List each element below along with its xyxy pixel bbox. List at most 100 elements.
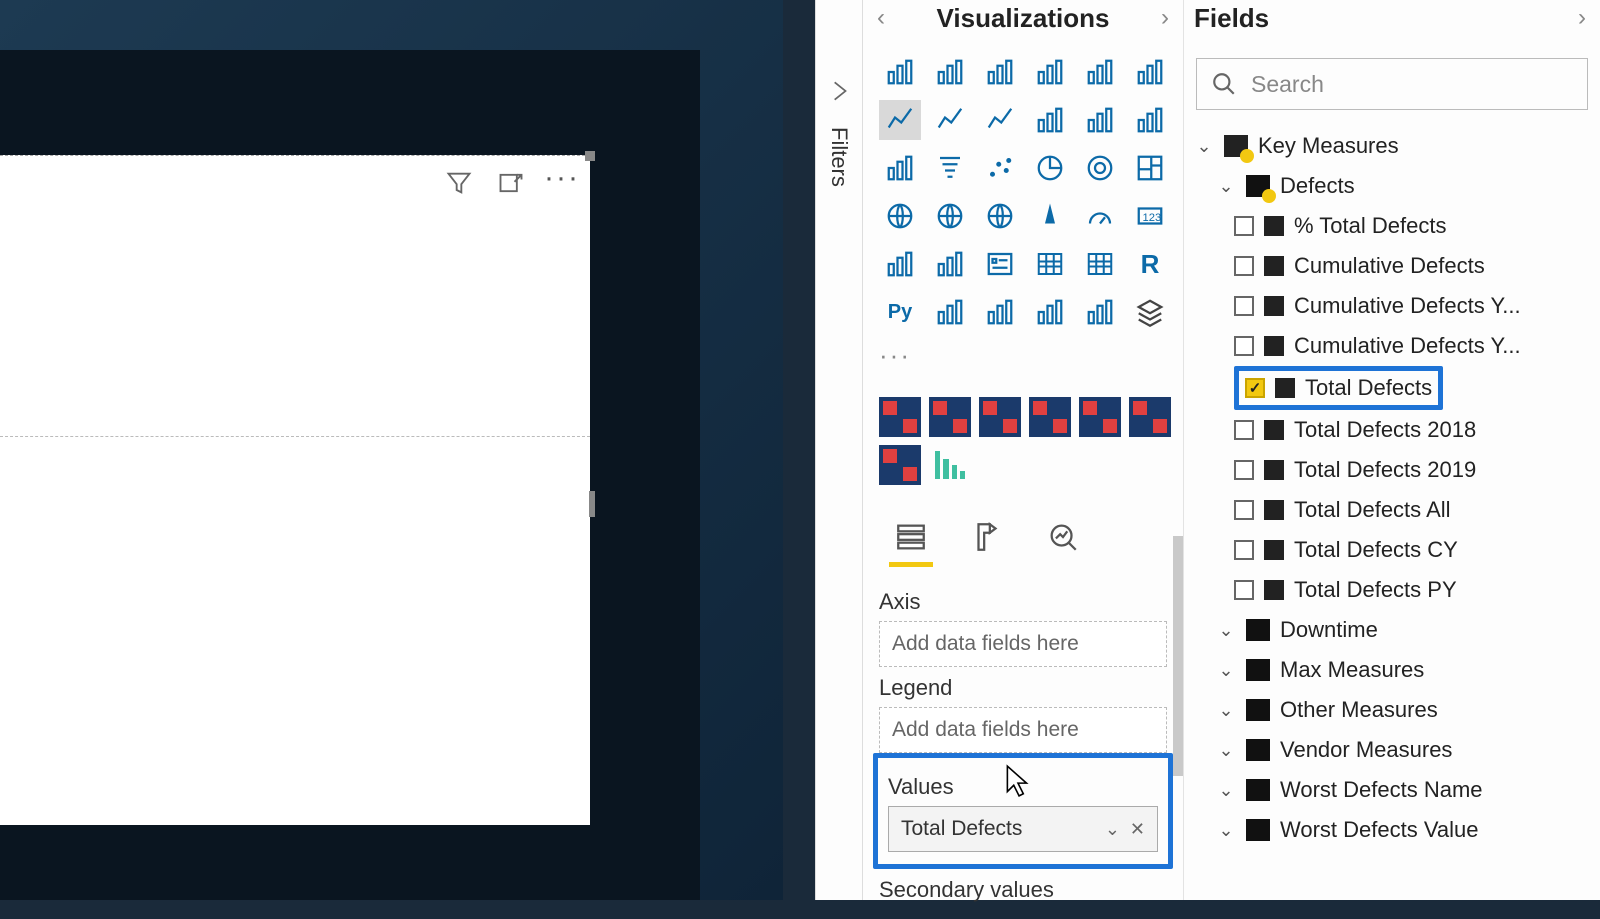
values-item-dropdown-icon[interactable]: ⌄: [1105, 819, 1120, 840]
tree-folder-defects[interactable]: ⌄Defects: [1190, 166, 1594, 206]
viz-pane-collapse-left[interactable]: ‹: [873, 0, 889, 36]
viz-type-stacked-bar[interactable]: [879, 52, 921, 92]
viz-type-funnel[interactable]: [929, 148, 971, 188]
field-checkbox[interactable]: [1234, 296, 1254, 316]
field-checkbox[interactable]: [1234, 540, 1254, 560]
chevron-down-icon[interactable]: ⌄: [1216, 176, 1236, 197]
custom-visual-6[interactable]: [1129, 397, 1171, 437]
viz-type-table[interactable]: [1029, 244, 1071, 284]
legend-well[interactable]: Add data fields here: [879, 707, 1167, 753]
viz-type-area[interactable]: [929, 100, 971, 140]
tree-folder-downtime[interactable]: ⌄Downtime: [1190, 610, 1594, 650]
viz-type-r-visual[interactable]: R: [1129, 244, 1171, 284]
viz-type-line[interactable]: [879, 100, 921, 140]
viz-type-treemap[interactable]: [1129, 148, 1171, 188]
tree-field-total-defects-py[interactable]: Total Defects PY: [1190, 570, 1594, 610]
viz-type-map[interactable]: [879, 196, 921, 236]
custom-visual-bars[interactable]: [929, 445, 971, 485]
viz-type-decomposition[interactable]: [979, 292, 1021, 332]
format-tab[interactable]: [963, 515, 1011, 559]
filters-expand-icon[interactable]: [826, 78, 852, 109]
field-checkbox[interactable]: [1234, 580, 1254, 600]
focus-mode-icon[interactable]: [492, 164, 530, 202]
viz-type-azure-map[interactable]: [1029, 196, 1071, 236]
viz-type-filled-map[interactable]: [929, 196, 971, 236]
viz-pane-collapse-right[interactable]: ›: [1157, 0, 1173, 36]
tree-field-cumulative-defects-y-[interactable]: Cumulative Defects Y...: [1190, 286, 1594, 326]
custom-visual-5[interactable]: [1079, 397, 1121, 437]
viz-type-paginated[interactable]: [1079, 292, 1121, 332]
chevron-right-icon[interactable]: ⌄: [1216, 780, 1236, 801]
tree-field-total-defects-cy[interactable]: Total Defects CY: [1190, 530, 1594, 570]
chevron-down-icon[interactable]: ⌄: [1194, 136, 1214, 157]
viz-type-stacked-column[interactable]: [979, 52, 1021, 92]
field-checkbox[interactable]: [1234, 420, 1254, 440]
filter-icon[interactable]: [440, 164, 478, 202]
field-checkbox[interactable]: [1234, 256, 1254, 276]
viz-type-slicer[interactable]: [979, 244, 1021, 284]
tree-field-cumulative-defects[interactable]: Cumulative Defects: [1190, 246, 1594, 286]
field-checkbox[interactable]: [1234, 216, 1254, 236]
tree-field-total-defects-all[interactable]: Total Defects All: [1190, 490, 1594, 530]
viz-type-qa[interactable]: [1029, 292, 1071, 332]
fields-tab[interactable]: [887, 515, 935, 559]
viz-type-ribbon[interactable]: [1129, 100, 1171, 140]
tree-folder-vendor-measures[interactable]: ⌄Vendor Measures: [1190, 730, 1594, 770]
viz-type-donut[interactable]: [1079, 148, 1121, 188]
field-checkbox[interactable]: [1234, 460, 1254, 480]
custom-visual-4[interactable]: [1029, 397, 1071, 437]
viz-type-stacked-column-100[interactable]: [1129, 52, 1171, 92]
filters-pane-collapsed[interactable]: Filters: [815, 0, 863, 900]
values-item-remove-icon[interactable]: ✕: [1130, 819, 1145, 840]
chevron-right-icon[interactable]: ⌄: [1216, 700, 1236, 721]
chevron-right-icon[interactable]: ⌄: [1216, 620, 1236, 641]
viz-type-matrix[interactable]: [1079, 244, 1121, 284]
fields-search[interactable]: Search: [1196, 58, 1588, 110]
viz-type-multi-card[interactable]: [879, 244, 921, 284]
viz-type-clustered-column[interactable]: [1029, 52, 1071, 92]
field-checkbox[interactable]: [1245, 378, 1265, 398]
viz-type-stacked-area[interactable]: [979, 100, 1021, 140]
resize-handle-e[interactable]: [589, 491, 595, 517]
more-options-icon[interactable]: ···: [544, 173, 580, 193]
chevron-right-icon[interactable]: ⌄: [1216, 660, 1236, 681]
viz-type-waterfall[interactable]: [879, 148, 921, 188]
tree-folder-worst-defects-value[interactable]: ⌄Worst Defects Value: [1190, 810, 1594, 850]
custom-visual-3[interactable]: [979, 397, 1021, 437]
viz-type-line-stacked[interactable]: [1079, 100, 1121, 140]
axis-well[interactable]: Add data fields here: [879, 621, 1167, 667]
tree-folder-other-measures[interactable]: ⌄Other Measures: [1190, 690, 1594, 730]
custom-visual-7[interactable]: [879, 445, 921, 485]
viz-more-ellipsis[interactable]: ···: [863, 336, 1183, 375]
custom-visual-1[interactable]: [879, 397, 921, 437]
field-checkbox[interactable]: [1234, 500, 1254, 520]
viz-type-pie[interactable]: [1029, 148, 1071, 188]
chevron-right-icon[interactable]: ⌄: [1216, 740, 1236, 761]
tree-field-total-defects-2018[interactable]: Total Defects 2018: [1190, 410, 1594, 450]
visual-placeholder[interactable]: ···: [0, 155, 590, 825]
viz-type-shape-map[interactable]: [979, 196, 1021, 236]
viz-type-card[interactable]: 123: [1129, 196, 1171, 236]
viz-type-key-influencers[interactable]: [929, 292, 971, 332]
viz-type-stacked-bar-100[interactable]: [1079, 52, 1121, 92]
tree-table-key-measures[interactable]: ⌄Key Measures: [1190, 126, 1594, 166]
viz-type-line-clustered[interactable]: [1029, 100, 1071, 140]
tree-field--total-defects[interactable]: % Total Defects: [1190, 206, 1594, 246]
values-well-item[interactable]: Total Defects ⌄ ✕: [888, 806, 1158, 852]
viz-type-gauge[interactable]: [1079, 196, 1121, 236]
chevron-right-icon[interactable]: ⌄: [1216, 820, 1236, 841]
viz-type-more-visual[interactable]: [1129, 292, 1171, 332]
viz-type-py-visual[interactable]: Py: [879, 292, 921, 332]
tree-folder-worst-defects-name[interactable]: ⌄Worst Defects Name: [1190, 770, 1594, 810]
analytics-tab[interactable]: [1039, 515, 1087, 559]
tree-field-total-defects-2019[interactable]: Total Defects 2019: [1190, 450, 1594, 490]
field-checkbox[interactable]: [1234, 336, 1254, 356]
resize-handle-ne[interactable]: [585, 151, 595, 161]
viz-pane-scrollbar[interactable]: [1173, 536, 1183, 776]
tree-field-total-defects-highlight[interactable]: Total Defects: [1234, 366, 1443, 410]
fields-pane-collapse[interactable]: ›: [1574, 0, 1590, 36]
viz-type-kpi[interactable]: [929, 244, 971, 284]
viz-type-scatter[interactable]: [979, 148, 1021, 188]
viz-type-clustered-bar[interactable]: [929, 52, 971, 92]
tree-field-cumulative-defects-y-[interactable]: Cumulative Defects Y...: [1190, 326, 1594, 366]
